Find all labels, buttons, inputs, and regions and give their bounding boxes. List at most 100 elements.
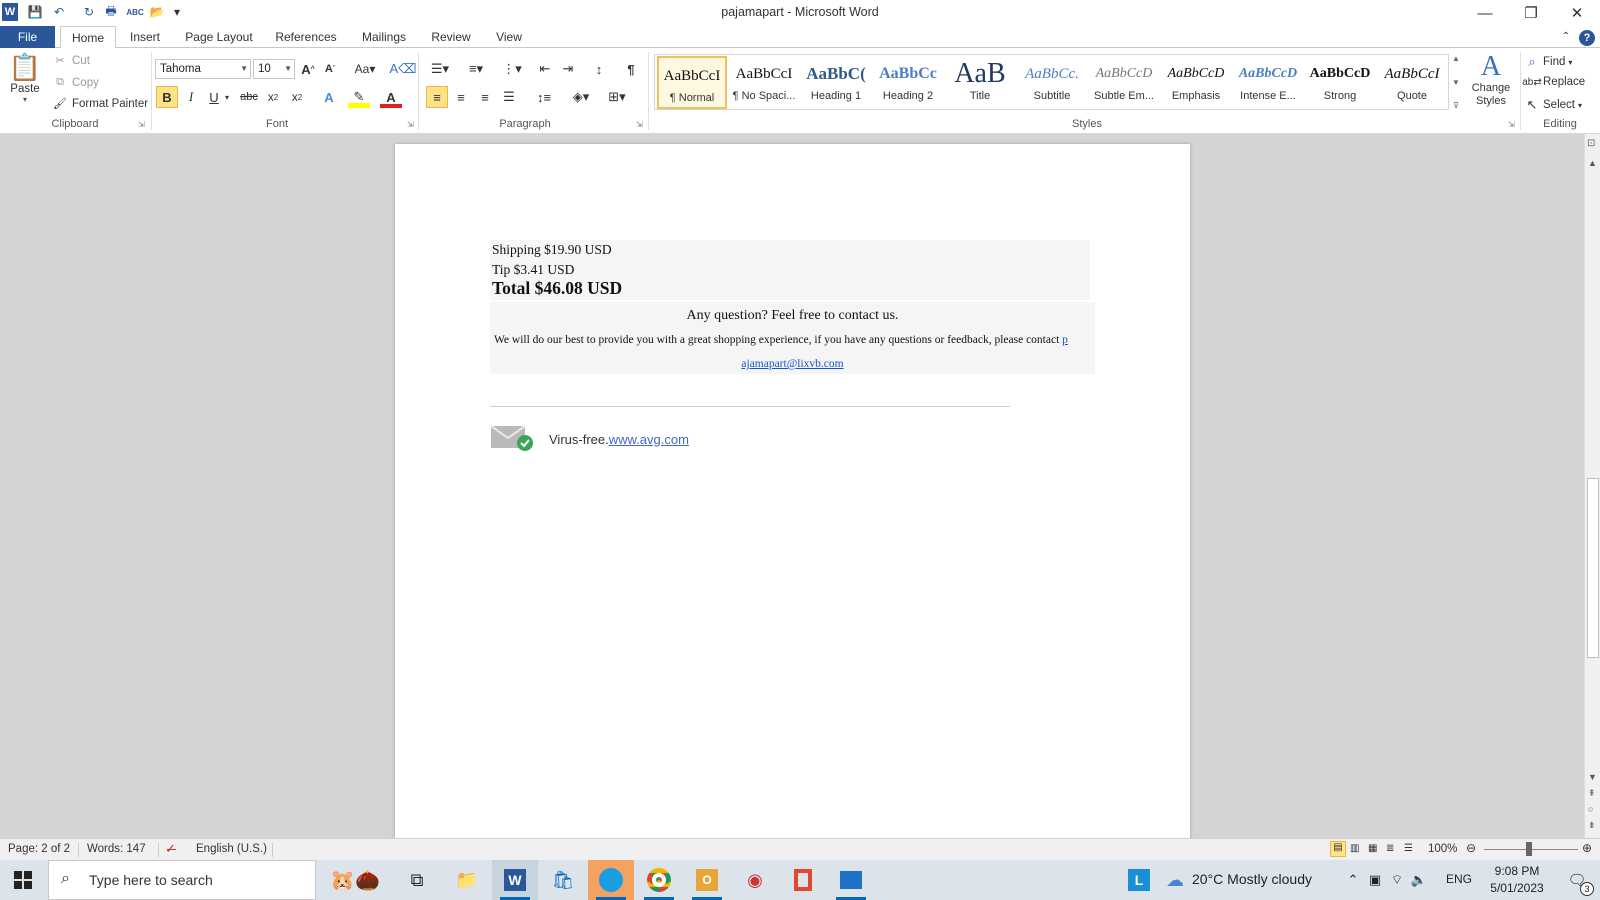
input-language[interactable]: ENG — [1446, 872, 1472, 886]
tab-review[interactable]: Review — [426, 26, 476, 48]
clear-formatting-icon[interactable]: A⌫ — [389, 58, 416, 80]
change-case-icon[interactable]: Aa▾ — [350, 58, 380, 80]
zoom-slider-thumb[interactable] — [1526, 842, 1532, 856]
help-icon[interactable]: ? — [1578, 26, 1596, 48]
replace-button[interactable]: ab⇄ Replace — [1522, 76, 1585, 88]
superscript-button[interactable]: x2 — [286, 86, 308, 108]
show-formatting-icon[interactable]: ¶ — [620, 58, 642, 80]
shading-icon[interactable]: ◈▾ — [568, 86, 594, 108]
font-size-combo[interactable]: 10 ▼ — [253, 59, 295, 79]
restore-button[interactable]: ❐ — [1508, 0, 1554, 26]
tab-mailings[interactable]: Mailings — [354, 26, 414, 48]
zoom-in-icon[interactable]: ⊕ — [1582, 841, 1592, 855]
font-name-combo[interactable]: Tahoma ▼ — [155, 59, 251, 79]
app-l-icon[interactable]: L — [1124, 860, 1154, 900]
avg-link[interactable]: www.avg.com — [609, 432, 689, 447]
chevron-down-icon[interactable]: ▼ — [1452, 78, 1460, 87]
windows-start-icon[interactable] — [0, 860, 46, 900]
cut-button[interactable]: ✂ Cut — [52, 54, 90, 68]
draft-icon[interactable]: ☰ — [1404, 843, 1413, 854]
highlight-color-icon[interactable]: ✎ — [348, 86, 370, 108]
borders-icon[interactable]: ⊞▾ — [604, 86, 630, 108]
justify-button[interactable]: ☰ — [498, 86, 520, 108]
notifications-icon[interactable]: 🗨 3 — [1554, 860, 1600, 900]
chrome-icon[interactable] — [636, 860, 682, 900]
edge-icon[interactable] — [588, 860, 634, 900]
web-layout-icon[interactable]: ▦ — [1368, 843, 1377, 854]
next-page-icon[interactable]: ⇟ — [1588, 820, 1596, 831]
file-explorer-icon[interactable]: 📁 — [444, 860, 490, 900]
styles-launcher-icon[interactable]: ⇲ — [1508, 120, 1515, 129]
word-count[interactable]: Words: 147 — [87, 843, 146, 855]
align-center-button[interactable]: ≡ — [450, 86, 472, 108]
clipboard-launcher-icon[interactable]: ⇲ — [138, 120, 145, 129]
network-icon[interactable]: ⌔ — [1386, 860, 1408, 900]
scroll-down-icon[interactable]: ▼ — [1588, 772, 1597, 782]
more-styles-icon[interactable]: ⊽ — [1453, 101, 1459, 110]
strikethrough-button[interactable]: abc — [238, 86, 260, 108]
ruler-toggle-icon[interactable]: ⊡ — [1587, 138, 1595, 149]
email-link[interactable]: ajamapart@lixvb.com — [741, 358, 843, 370]
italic-button[interactable]: I — [180, 86, 202, 108]
search-highlights-icon[interactable]: 🐹🌰 — [316, 860, 394, 900]
show-hidden-icons[interactable]: ⌃ — [1342, 860, 1364, 900]
word-taskbar-icon[interactable]: W — [492, 860, 538, 900]
style-no-spacing[interactable]: AaBbCcI ¶ No Spaci... — [729, 56, 799, 109]
chevron-up-icon[interactable]: ▲ — [1452, 54, 1460, 63]
style-subtle-emphasis[interactable]: AaBbCcD Subtle Em... — [1089, 56, 1159, 109]
line-spacing-icon[interactable]: ↕≡ — [530, 86, 558, 108]
meet-now-icon[interactable]: ▣ — [1364, 860, 1386, 900]
browse-object-icon[interactable]: ○ — [1588, 804, 1593, 814]
paragraph-launcher-icon[interactable]: ⇲ — [636, 120, 643, 129]
photos-icon[interactable] — [828, 860, 874, 900]
close-button[interactable]: ✕ — [1554, 0, 1600, 26]
tab-home[interactable]: Home — [60, 26, 116, 49]
weather-cloud-icon[interactable]: ☁ — [1160, 860, 1190, 900]
paste-button[interactable]: 📋 Paste ▾ — [8, 52, 42, 118]
shrink-font-icon[interactable]: Aˇ — [319, 58, 341, 80]
style-heading-1[interactable]: AaBbC( Heading 1 — [801, 56, 871, 109]
font-color-icon[interactable]: A — [380, 86, 402, 108]
style-quote[interactable]: AaBbCcI Quote — [1377, 56, 1447, 109]
minimize-button[interactable]: — — [1462, 0, 1508, 26]
office-icon[interactable] — [780, 860, 826, 900]
store-icon[interactable]: 🛍 — [540, 860, 586, 900]
style-subtitle[interactable]: AaBbCc. Subtitle — [1017, 56, 1087, 109]
outline-icon[interactable]: ≣ — [1386, 843, 1394, 854]
tab-insert[interactable]: Insert — [122, 26, 168, 48]
format-painter-button[interactable]: 🖌 Format Painter — [52, 97, 148, 111]
tab-file[interactable]: File — [0, 26, 55, 48]
style-emphasis[interactable]: AaBbCcD Emphasis — [1161, 56, 1231, 109]
app-icon-red[interactable]: ◉ — [732, 860, 778, 900]
sort-icon[interactable]: ↕ — [588, 58, 610, 80]
task-view-icon[interactable]: ⧉ — [394, 860, 440, 900]
style-strong[interactable]: AaBbCcD Strong — [1305, 56, 1375, 109]
tab-page-layout[interactable]: Page Layout — [180, 26, 258, 48]
style-heading-2[interactable]: AaBbCc Heading 2 — [873, 56, 943, 109]
change-styles-button[interactable]: A Change Styles — [1466, 52, 1516, 112]
zoom-out-icon[interactable]: ⊖ — [1466, 841, 1476, 855]
vertical-scrollbar[interactable]: ⊡ ▲ ▼ ⇞ ○ ⇟ — [1584, 134, 1600, 838]
outlook-icon[interactable]: O — [684, 860, 730, 900]
zoom-level[interactable]: 100% — [1428, 843, 1457, 855]
align-left-button[interactable]: ≡ — [426, 86, 448, 108]
font-launcher-icon[interactable]: ⇲ — [407, 120, 414, 129]
multilevel-list-icon[interactable]: ⋮▾ — [498, 58, 526, 80]
tab-references[interactable]: References — [270, 26, 342, 48]
clock[interactable]: 9:08 PM 5/01/2023 — [1486, 863, 1548, 897]
proofing-icon[interactable]: ✓̶ — [165, 841, 176, 857]
full-screen-reading-icon[interactable]: ▥ — [1350, 843, 1359, 854]
style-intense-emphasis[interactable]: AaBbCcD Intense E... — [1233, 56, 1303, 109]
style-normal[interactable]: AaBbCcI ¶ Normal — [657, 56, 727, 109]
style-title[interactable]: AaB Title — [945, 56, 1015, 109]
email-link-start[interactable]: p — [1062, 334, 1068, 346]
styles-scroll-buttons[interactable]: ▲ ▼ ⊽ — [1450, 54, 1462, 110]
taskbar-search-box[interactable]: ⌕ Type here to search — [48, 860, 316, 900]
page-count[interactable]: Page: 2 of 2 — [8, 843, 70, 855]
numbering-icon[interactable]: ≡▾ — [462, 58, 490, 80]
grow-font-icon[interactable]: A ^ — [297, 58, 319, 80]
subscript-button[interactable]: x2 — [262, 86, 284, 108]
language[interactable]: English (U.S.) — [196, 843, 267, 855]
document-page[interactable]: Shipping $19.90 USD Tip $3.41 USD Total … — [395, 144, 1190, 838]
previous-page-icon[interactable]: ⇞ — [1588, 788, 1596, 799]
